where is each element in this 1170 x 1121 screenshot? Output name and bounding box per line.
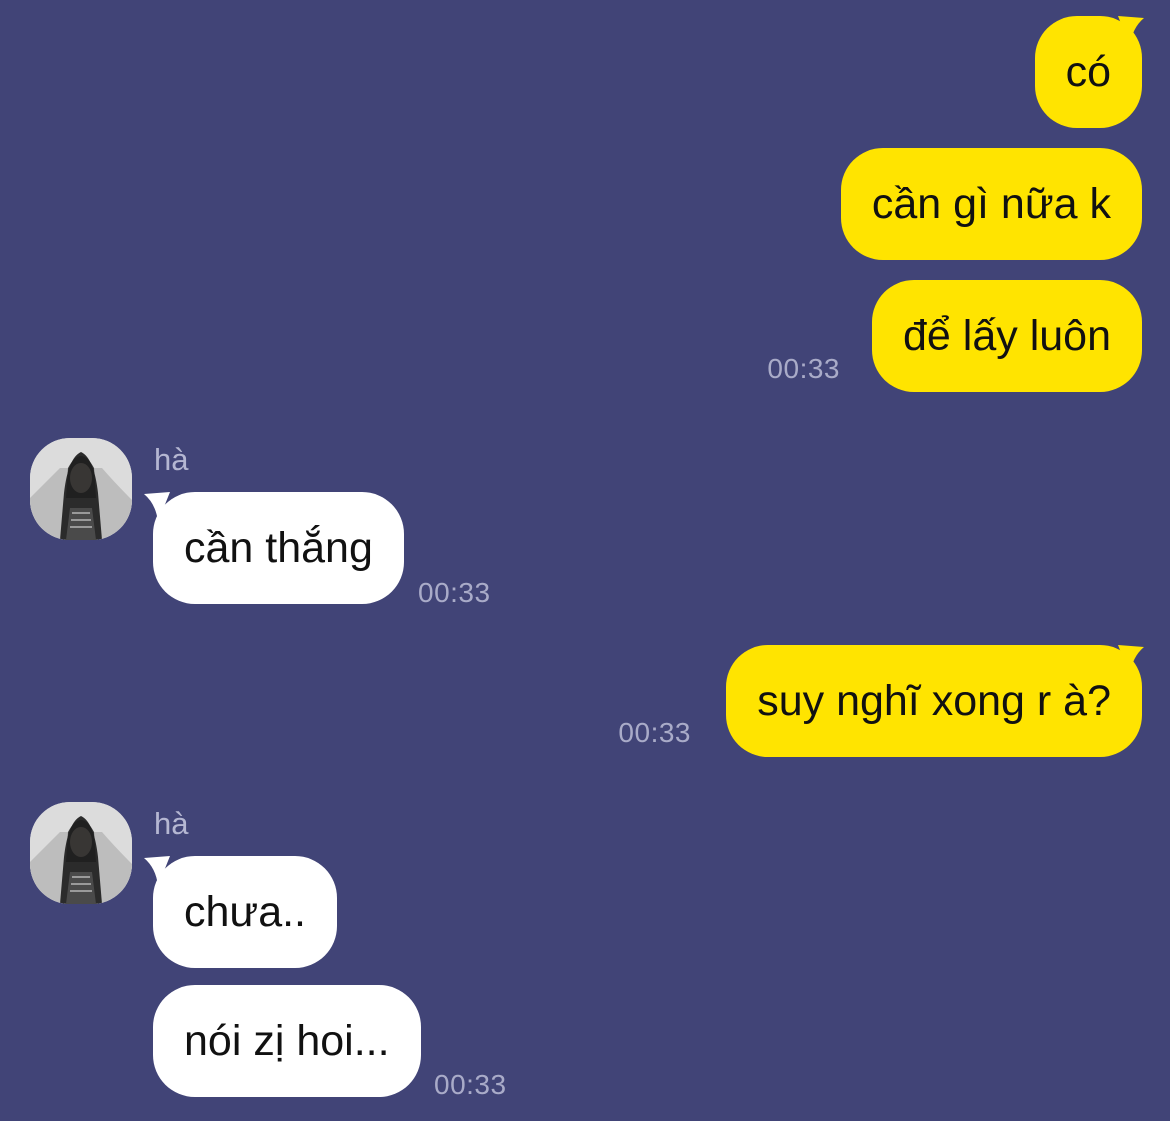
outgoing-message-bubble[interactable]: cần gì nữa k [840,148,1142,260]
avatar-image-icon [30,438,132,540]
message-timestamp: 00:33 [618,717,691,748]
bubble-tail-icon [1118,645,1144,675]
bubble-tail-icon [144,492,170,522]
sender-name: hà [154,442,189,477]
incoming-message-bubble[interactable]: chưa.. [144,856,338,968]
contact-avatar[interactable] [30,438,132,540]
message-text: chưa.. [184,888,307,936]
message-text: có [1065,48,1111,96]
message-text: suy nghĩ xong r à? [757,677,1111,725]
outgoing-message-bubble[interactable]: có [1034,16,1144,128]
message-text: cần gì nữa k [871,180,1111,228]
avatar-image-icon [30,802,132,904]
message-text: để lấy luôn [903,312,1111,360]
outgoing-message-bubble[interactable]: để lấy luôn [872,280,1142,392]
message-timestamp: 00:33 [418,577,491,608]
chat-thread: có cần gì nữa k 00:33 để lấy luôn hà cần… [0,0,1170,1121]
message-text: nói zị hoi... [184,1017,390,1065]
outgoing-message-bubble[interactable]: suy nghĩ xong r à? [726,645,1144,757]
sender-name: hà [154,806,189,841]
message-text: cần thắng [184,524,373,572]
contact-avatar[interactable] [30,802,132,904]
incoming-message-bubble[interactable]: nói zị hoi... [153,985,421,1097]
message-timestamp: 00:33 [767,353,840,384]
incoming-message-bubble[interactable]: cần thắng [144,492,404,604]
message-timestamp: 00:33 [434,1069,507,1100]
bubble-tail-icon [1118,16,1144,46]
bubble-tail-icon [144,856,170,886]
